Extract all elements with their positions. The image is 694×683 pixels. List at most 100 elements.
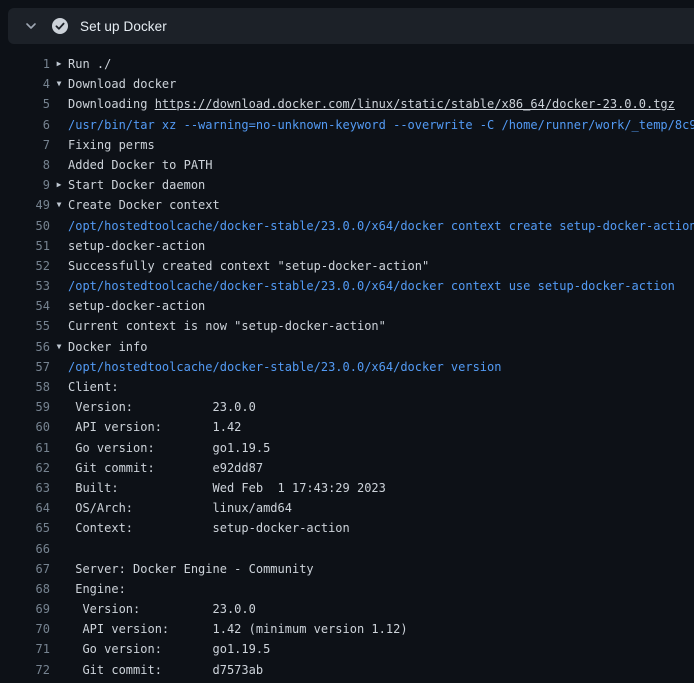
- line-number[interactable]: 70: [0, 619, 50, 639]
- group-arrow-icon[interactable]: ▼: [50, 337, 68, 357]
- log-text: Go version: go1.19.5: [68, 441, 270, 455]
- line-number[interactable]: 7: [0, 135, 50, 155]
- line-number[interactable]: 53: [0, 276, 50, 296]
- line-number[interactable]: 54: [0, 296, 50, 316]
- log-line: 68 Engine:: [0, 579, 694, 599]
- group-arrow-icon: [50, 397, 68, 417]
- log-text: Built: Wed Feb 1 17:43:29 2023: [68, 481, 386, 495]
- line-number[interactable]: 64: [0, 498, 50, 518]
- line-content[interactable]: Run ./: [68, 54, 694, 74]
- line-number[interactable]: 9: [0, 175, 50, 195]
- log-text: API version: 1.42 (minimum version 1.12): [68, 622, 408, 636]
- success-check-icon: [52, 18, 68, 34]
- log-line: 60 API version: 1.42: [0, 417, 694, 437]
- log-text: Create Docker context: [68, 198, 220, 212]
- line-content: Git commit: d7573ab: [68, 660, 694, 680]
- group-arrow-icon[interactable]: ▶: [50, 175, 68, 195]
- log-line: 53 /opt/hostedtoolcache/docker-stable/23…: [0, 276, 694, 296]
- line-number[interactable]: 5: [0, 94, 50, 114]
- line-number[interactable]: 63: [0, 478, 50, 498]
- group-arrow-icon[interactable]: ▼: [50, 74, 68, 94]
- chevron-down-icon[interactable]: [20, 15, 42, 37]
- log-command-text: /opt/hostedtoolcache/docker-stable/23.0.…: [68, 360, 501, 374]
- log-line: 6 /usr/bin/tar xz --warning=no-unknown-k…: [0, 115, 694, 135]
- line-content[interactable]: Create Docker context: [68, 195, 694, 215]
- line-number[interactable]: 8: [0, 155, 50, 175]
- log-line: 64 OS/Arch: linux/amd64: [0, 498, 694, 518]
- line-number[interactable]: 59: [0, 397, 50, 417]
- line-content[interactable]: Docker info: [68, 337, 694, 357]
- line-number[interactable]: 4: [0, 74, 50, 94]
- line-number[interactable]: 67: [0, 559, 50, 579]
- line-content: Go version: go1.19.5: [68, 639, 694, 659]
- line-content: Git commit: e92dd87: [68, 458, 694, 478]
- group-arrow-icon: [50, 155, 68, 175]
- group-arrow-icon[interactable]: ▶: [50, 54, 68, 74]
- line-content: setup-docker-action: [68, 296, 694, 316]
- log-text: Fixing perms: [68, 138, 155, 152]
- log-line: 52 Successfully created context "setup-d…: [0, 256, 694, 276]
- line-number[interactable]: 6: [0, 115, 50, 135]
- line-number[interactable]: 51: [0, 236, 50, 256]
- line-content[interactable]: Download docker: [68, 74, 694, 94]
- line-content: Version: 23.0.0: [68, 599, 694, 619]
- line-number[interactable]: 57: [0, 357, 50, 377]
- line-number[interactable]: 56: [0, 337, 50, 357]
- log-line: 65 Context: setup-docker-action: [0, 518, 694, 538]
- line-number[interactable]: 72: [0, 660, 50, 680]
- line-content: Built: Wed Feb 1 17:43:29 2023: [68, 478, 694, 498]
- line-number[interactable]: 62: [0, 458, 50, 478]
- log-text: OS/Arch: linux/amd64: [68, 501, 292, 515]
- line-number[interactable]: 66: [0, 539, 50, 559]
- group-arrow-icon: [50, 639, 68, 659]
- group-arrow-icon: [50, 438, 68, 458]
- step-title: Set up Docker: [80, 19, 167, 34]
- line-content: Engine:: [68, 579, 694, 599]
- line-number[interactable]: 65: [0, 518, 50, 538]
- line-content: Downloading https://download.docker.com/…: [68, 94, 694, 114]
- log-line: 58 Client:: [0, 377, 694, 397]
- line-content: Successfully created context "setup-dock…: [68, 256, 694, 276]
- step-header[interactable]: Set up Docker: [8, 8, 694, 44]
- log-text: Go version: go1.19.5: [68, 642, 270, 656]
- line-content: Server: Docker Engine - Community: [68, 559, 694, 579]
- log-line: 62 Git commit: e92dd87: [0, 458, 694, 478]
- line-content: API version: 1.42: [68, 417, 694, 437]
- line-number[interactable]: 55: [0, 316, 50, 336]
- log-command-text: /usr/bin/tar xz --warning=no-unknown-key…: [68, 118, 694, 132]
- line-content: Context: setup-docker-action: [68, 518, 694, 538]
- log-line: 1 ▶ Run ./: [0, 54, 694, 74]
- group-arrow-icon[interactable]: ▼: [50, 195, 68, 215]
- line-number[interactable]: 1: [0, 54, 50, 74]
- log-line: 9 ▶ Start Docker daemon: [0, 175, 694, 195]
- line-number[interactable]: 58: [0, 377, 50, 397]
- group-arrow-icon: [50, 619, 68, 639]
- log-line: 55 Current context is now "setup-docker-…: [0, 316, 694, 336]
- log-link[interactable]: https://download.docker.com/linux/static…: [155, 97, 675, 111]
- line-number[interactable]: 49: [0, 195, 50, 215]
- line-number[interactable]: 60: [0, 417, 50, 437]
- log-line: 66: [0, 539, 694, 559]
- group-arrow-icon: [50, 236, 68, 256]
- group-arrow-icon: [50, 296, 68, 316]
- group-arrow-icon: [50, 660, 68, 680]
- line-content: setup-docker-action: [68, 236, 694, 256]
- log-lines: 1 ▶ Run ./ 4 ▼ Download docker 5 Downloa…: [0, 54, 694, 680]
- group-arrow-icon: [50, 135, 68, 155]
- line-number[interactable]: 68: [0, 579, 50, 599]
- log-text: Docker info: [68, 340, 147, 354]
- line-content: [68, 539, 694, 559]
- log-line: 49 ▼ Create Docker context: [0, 195, 694, 215]
- log-text: Start Docker daemon: [68, 178, 205, 192]
- line-number[interactable]: 69: [0, 599, 50, 619]
- group-arrow-icon: [50, 276, 68, 296]
- line-content: API version: 1.42 (minimum version 1.12): [68, 619, 694, 639]
- line-number[interactable]: 61: [0, 438, 50, 458]
- line-number[interactable]: 50: [0, 216, 50, 236]
- log-line: 5 Downloading https://download.docker.co…: [0, 94, 694, 114]
- line-number[interactable]: 52: [0, 256, 50, 276]
- log-text: setup-docker-action: [68, 299, 205, 313]
- line-content[interactable]: Start Docker daemon: [68, 175, 694, 195]
- log-text: Client:: [68, 380, 119, 394]
- line-number[interactable]: 71: [0, 639, 50, 659]
